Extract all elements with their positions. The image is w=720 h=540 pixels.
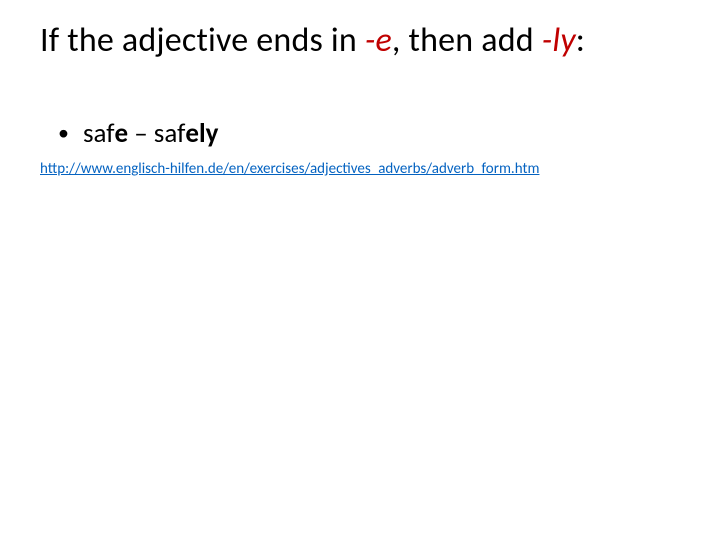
- bullet-mid: – saf: [128, 117, 185, 150]
- bullet-item: • safe – safely: [58, 117, 680, 150]
- title-text-3: :: [576, 20, 585, 61]
- slide-title: If the adjective ends in -e, then add -l…: [40, 20, 680, 61]
- bullet-dot-icon: •: [58, 122, 69, 144]
- bullet-bold-2: ely: [185, 117, 218, 150]
- source-link[interactable]: http://www.englisch-hilfen.de/en/exercis…: [40, 160, 539, 178]
- bullet-bold-1: e: [115, 117, 129, 150]
- link-line: http://www.englisch-hilfen.de/en/exercis…: [40, 160, 680, 178]
- bullet-pre-1: saf: [83, 117, 115, 150]
- title-text-1: If the adjective ends in: [40, 20, 365, 61]
- title-text-2: , then add: [392, 20, 542, 61]
- bullet-text: safe – safely: [83, 117, 218, 150]
- slide: If the adjective ends in -e, then add -l…: [0, 0, 720, 540]
- title-emphasis-2: -ly: [542, 20, 576, 61]
- title-emphasis-1: -e: [365, 20, 392, 61]
